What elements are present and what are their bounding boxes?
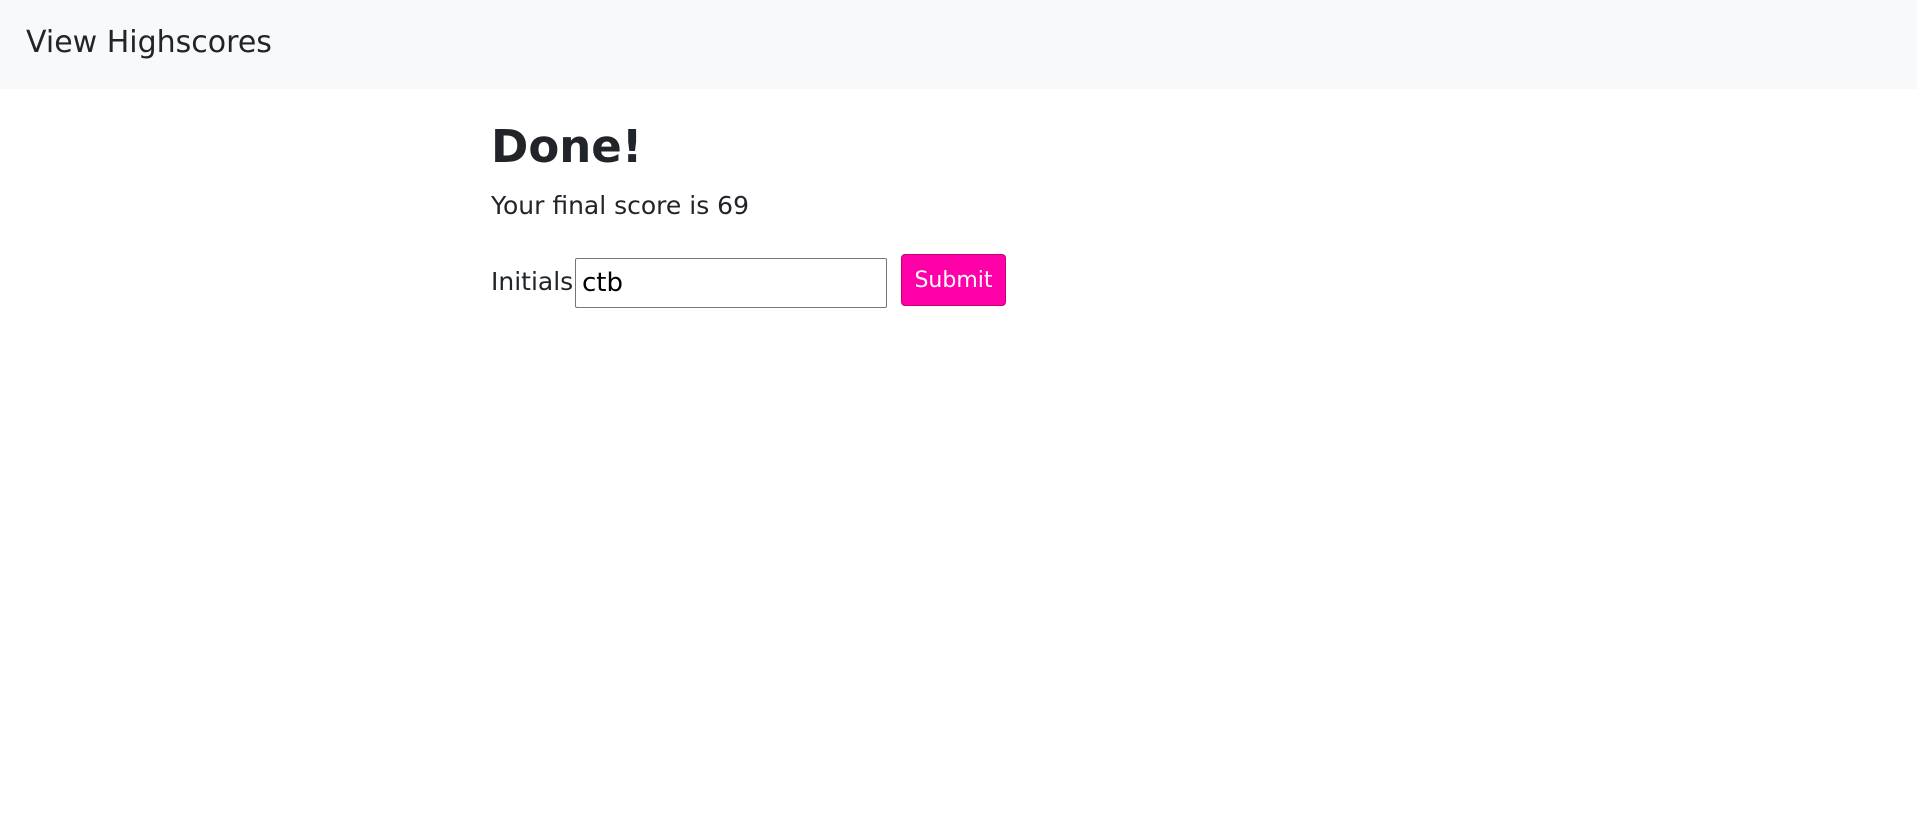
initials-form: Initials Submit	[491, 254, 1091, 308]
final-score-text: Your final score is 69	[491, 191, 749, 220]
main-content: Done! Your final score is 69 Initials Su…	[491, 114, 1391, 308]
navbar: View Highscores	[0, 0, 1917, 89]
page-title: Done!	[491, 120, 643, 173]
submit-button[interactable]: Submit	[901, 254, 1006, 306]
initials-input[interactable]	[575, 258, 887, 308]
view-highscores-link[interactable]: View Highscores	[26, 22, 272, 64]
initials-label: Initials	[491, 267, 574, 296]
